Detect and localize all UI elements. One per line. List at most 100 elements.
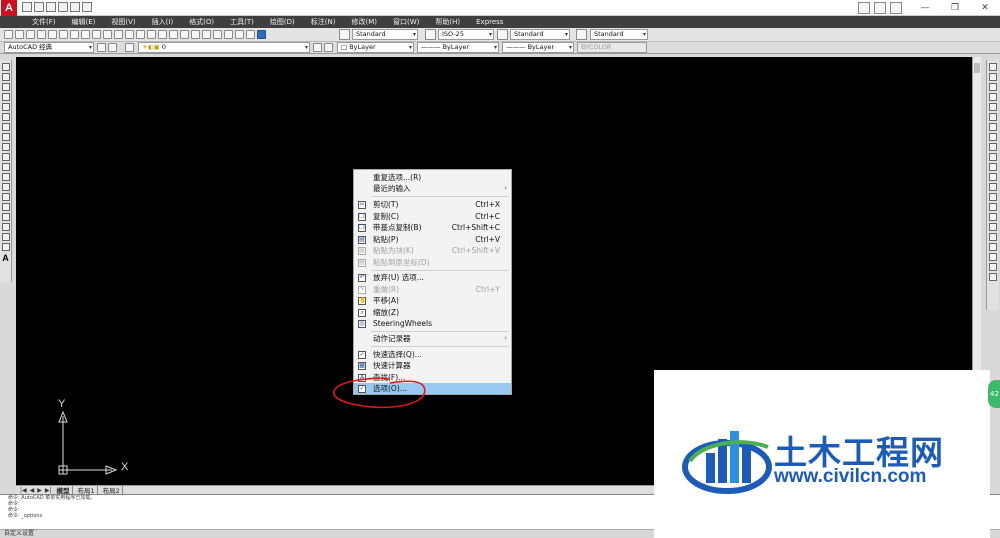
- menu-item-undo[interactable]: ↶ 放弃(U) 选项...: [354, 272, 511, 283]
- menu-modify[interactable]: 修改(M): [343, 16, 385, 28]
- save-icon[interactable]: [26, 30, 35, 39]
- gradient-icon[interactable]: [1, 213, 10, 221]
- new-file-icon[interactable]: [22, 2, 32, 12]
- region-icon[interactable]: [1, 223, 10, 231]
- extend-icon[interactable]: [988, 163, 997, 171]
- tool-palettes-icon[interactable]: [213, 30, 222, 39]
- layer-previous-icon[interactable]: [324, 43, 333, 52]
- menu-help[interactable]: 帮助(H): [427, 16, 468, 28]
- layer-tool-icon[interactable]: [988, 253, 997, 261]
- menu-item-zoom[interactable]: ⌕ 缩放(Z): [354, 307, 511, 318]
- rectangle-icon[interactable]: [1, 103, 10, 111]
- workspace-save-icon[interactable]: [108, 43, 117, 52]
- dim-style-icon[interactable]: [425, 29, 436, 40]
- explode-icon[interactable]: [988, 233, 997, 241]
- workspace-dropdown[interactable]: AutoCAD 经典 ▾: [4, 42, 94, 53]
- menu-tools[interactable]: 工具(T): [222, 16, 262, 28]
- undo-icon[interactable]: [125, 30, 134, 39]
- revision-cloud-icon[interactable]: [1, 133, 10, 141]
- erase-icon[interactable]: [988, 63, 997, 71]
- spline-icon[interactable]: [1, 143, 10, 151]
- ellipse-icon[interactable]: [1, 153, 10, 161]
- prev-tab-icon[interactable]: ◀: [30, 487, 35, 494]
- menu-item-quick-calc[interactable]: ▦ 快速计算器: [354, 360, 511, 371]
- copy-icon[interactable]: [81, 30, 90, 39]
- design-center-icon[interactable]: [202, 30, 211, 39]
- dist-icon[interactable]: [988, 263, 997, 271]
- chamfer-icon[interactable]: [988, 203, 997, 211]
- menu-dimension[interactable]: 标注(N): [303, 16, 344, 28]
- hatch-icon[interactable]: [1, 203, 10, 211]
- pan-icon[interactable]: [147, 30, 156, 39]
- copy-object-icon[interactable]: [988, 73, 997, 81]
- text-style-dropdown[interactable]: Standard ▾: [352, 29, 418, 40]
- scale-icon[interactable]: [988, 133, 997, 141]
- floating-badge[interactable]: 42: [988, 380, 1000, 408]
- markup-icon[interactable]: [235, 30, 244, 39]
- menu-draw[interactable]: 绘图(D): [262, 16, 303, 28]
- publish-icon[interactable]: [59, 30, 68, 39]
- menu-item-copy-base[interactable]: ❐ 带基点复制(B) Ctrl+Shift+C: [354, 222, 511, 233]
- circle-icon[interactable]: [1, 123, 10, 131]
- table-icon[interactable]: [1, 233, 10, 241]
- search-icon[interactable]: [858, 2, 870, 14]
- text-icon[interactable]: A: [1, 253, 10, 263]
- menu-edit[interactable]: 编辑(E): [64, 16, 104, 28]
- cut-icon[interactable]: [70, 30, 79, 39]
- menu-format[interactable]: 格式(O): [181, 16, 222, 28]
- restore-button[interactable]: ❐: [940, 0, 970, 16]
- open-icon[interactable]: [15, 30, 24, 39]
- menu-item-steeringwheels[interactable]: ◎ SteeringWheels: [354, 318, 511, 329]
- fillet-icon[interactable]: [988, 213, 997, 221]
- line-icon[interactable]: [1, 63, 10, 71]
- menu-item-quick-select[interactable]: ✓ 快速选择(Q)...: [354, 349, 511, 360]
- first-tab-icon[interactable]: |◀: [20, 487, 27, 494]
- break-icon[interactable]: [988, 183, 997, 191]
- preview-icon[interactable]: [48, 30, 57, 39]
- make-block-icon[interactable]: [1, 183, 10, 191]
- redo-icon[interactable]: [82, 2, 92, 12]
- menu-item-action-recorder[interactable]: 动作记录器 ›: [354, 333, 511, 344]
- close-button[interactable]: ✕: [970, 0, 1000, 16]
- layer-dropdown[interactable]: ☀◐▣ 0 ▾: [138, 42, 310, 53]
- join-icon[interactable]: [988, 193, 997, 201]
- zoom-window-icon[interactable]: [169, 30, 178, 39]
- insert-block-icon[interactable]: [1, 173, 10, 181]
- offset-icon[interactable]: [988, 93, 997, 101]
- table-style-dropdown[interactable]: Standard ▾: [510, 29, 570, 40]
- mleader-style-dropdown[interactable]: Standard ▾: [590, 29, 648, 40]
- paste-icon[interactable]: [92, 30, 101, 39]
- lineweight-dropdown[interactable]: ——— ByLayer ▾: [502, 42, 574, 53]
- linetype-dropdown[interactable]: ——— ByLayer ▾: [417, 42, 499, 53]
- plot-icon[interactable]: [37, 30, 46, 39]
- match-prop-icon[interactable]: [103, 30, 112, 39]
- blend-icon[interactable]: [988, 223, 997, 231]
- arc-icon[interactable]: [1, 113, 10, 121]
- move-icon[interactable]: [988, 113, 997, 121]
- scrollbar-thumb[interactable]: [974, 63, 980, 73]
- zoom-previous-icon[interactable]: [180, 30, 189, 39]
- workspace-settings-icon[interactable]: [97, 43, 106, 52]
- point-icon[interactable]: [1, 193, 10, 201]
- plot-icon[interactable]: [58, 2, 68, 12]
- autocad-logo-icon[interactable]: A: [1, 0, 17, 16]
- break-at-point-icon[interactable]: [988, 173, 997, 181]
- mleader-style-icon[interactable]: [576, 29, 587, 40]
- mtext-icon[interactable]: [1, 243, 10, 251]
- menu-view[interactable]: 视图(V): [103, 16, 143, 28]
- area-icon[interactable]: [988, 273, 997, 281]
- next-tab-icon[interactable]: ▶: [37, 487, 42, 494]
- last-tab-icon[interactable]: ▶|: [45, 487, 52, 494]
- array-icon[interactable]: [988, 103, 997, 111]
- ellipse-arc-icon[interactable]: [1, 163, 10, 171]
- menu-item-cut[interactable]: ✂ 剪切(T) Ctrl+X: [354, 199, 511, 210]
- construction-line-icon[interactable]: [1, 73, 10, 81]
- zoom-realtime-icon[interactable]: [158, 30, 167, 39]
- block-editor-icon[interactable]: [114, 30, 123, 39]
- redo-icon[interactable]: [136, 30, 145, 39]
- menu-window[interactable]: 窗口(W): [385, 16, 427, 28]
- mirror-icon[interactable]: [988, 83, 997, 91]
- sheet-set-icon[interactable]: [224, 30, 233, 39]
- menu-item-repeat[interactable]: 重复选项...(R): [354, 172, 511, 183]
- menu-express[interactable]: Express: [468, 16, 511, 28]
